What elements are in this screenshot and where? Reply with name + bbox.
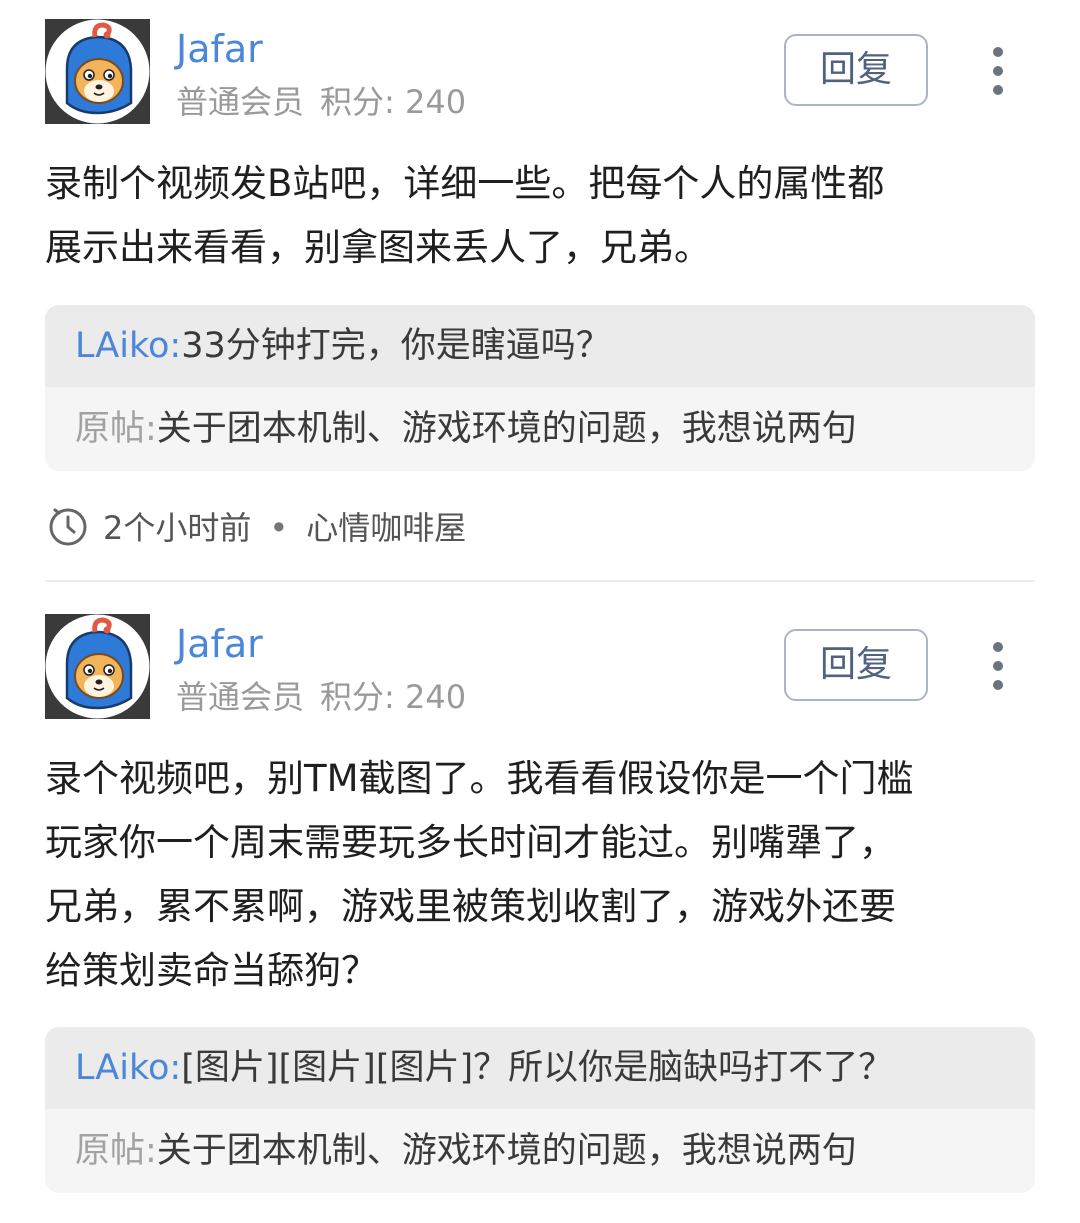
username[interactable]: Jafar [176, 26, 263, 72]
more-vertical-icon [993, 642, 1003, 690]
post-time: 2个小时前 [103, 509, 252, 547]
meta-separator: • [269, 509, 289, 547]
original-post-title: 关于团本机制、游戏环境的问题，我想说两句 [156, 1131, 857, 1171]
shiba-dog-avatar-icon [45, 614, 150, 719]
more-options-button[interactable] [980, 46, 1016, 96]
original-post-label: 原帖: [75, 409, 157, 449]
member-info: 普通会员 积分: 240 [176, 80, 466, 124]
quoted-text: [图片][图片][图片]？所以你是脑缺吗打不了？ [181, 1048, 894, 1088]
original-post-link[interactable]: 原帖:关于团本机制、游戏环境的问题，我想说两句 [45, 1109, 1035, 1193]
quoted-username[interactable]: LAiko [75, 326, 169, 366]
more-vertical-icon [993, 47, 1003, 95]
member-level: 普通会员 [176, 678, 305, 716]
reply-button[interactable]: 回复 [784, 629, 928, 701]
points: 积分: 240 [320, 83, 467, 121]
quote-box[interactable]: LAiko:33分钟打完，你是瞎逼吗？ 原帖:关于团本机制、游戏环境的问题，我想… [45, 305, 1035, 471]
quote-separator: : [169, 326, 182, 366]
member-level: 普通会员 [176, 83, 305, 121]
post-item: Jafar 普通会员 积分: 240 回复 录制个视频发B站吧，详细一些。把每个人… [0, 0, 1080, 582]
shiba-dog-avatar-icon [45, 19, 150, 124]
divider [45, 580, 1035, 582]
forum-name[interactable]: 心情咖啡屋 [306, 509, 466, 547]
clock-icon [49, 508, 87, 546]
member-info: 普通会员 积分: 240 [176, 675, 466, 719]
quoted-reply: LAiko:[图片][图片][图片]？所以你是脑缺吗打不了？ [45, 1027, 1035, 1109]
original-post-title: 关于团本机制、游戏环境的问题，我想说两句 [156, 409, 857, 449]
quote-separator: : [169, 1048, 182, 1088]
reply-button[interactable]: 回复 [784, 34, 928, 106]
user-avatar[interactable] [45, 19, 150, 124]
original-post-link[interactable]: 原帖:关于团本机制、游戏环境的问题，我想说两句 [45, 387, 1035, 471]
points: 积分: 240 [320, 678, 467, 716]
quoted-username[interactable]: LAiko [75, 1048, 169, 1088]
quoted-reply: LAiko:33分钟打完，你是瞎逼吗？ [45, 305, 1035, 387]
user-avatar[interactable] [45, 614, 150, 719]
more-options-button[interactable] [980, 641, 1016, 691]
username[interactable]: Jafar [176, 621, 263, 667]
quote-box[interactable]: LAiko:[图片][图片][图片]？所以你是脑缺吗打不了？ 原帖:关于团本机制… [45, 1027, 1035, 1193]
post-body: 录制个视频发B站吧，详细一些。把每个人的属性都 展示出来看看，别拿图来丢人了，兄… [45, 162, 885, 269]
post-item: Jafar 普通会员 积分: 240 回复 录个视频吧，别TM截图了。我看看假设你… [0, 595, 1080, 1223]
original-post-label: 原帖: [75, 1131, 157, 1171]
quoted-text: 33分钟打完，你是瞎逼吗？ [181, 326, 611, 366]
post-body: 录个视频吧，别TM截图了。我看看假设你是一个门槛 玩家你一个周末需要玩多长时间才… [45, 757, 914, 992]
post-meta: 2个小时前 • 心情咖啡屋 [47, 506, 466, 550]
